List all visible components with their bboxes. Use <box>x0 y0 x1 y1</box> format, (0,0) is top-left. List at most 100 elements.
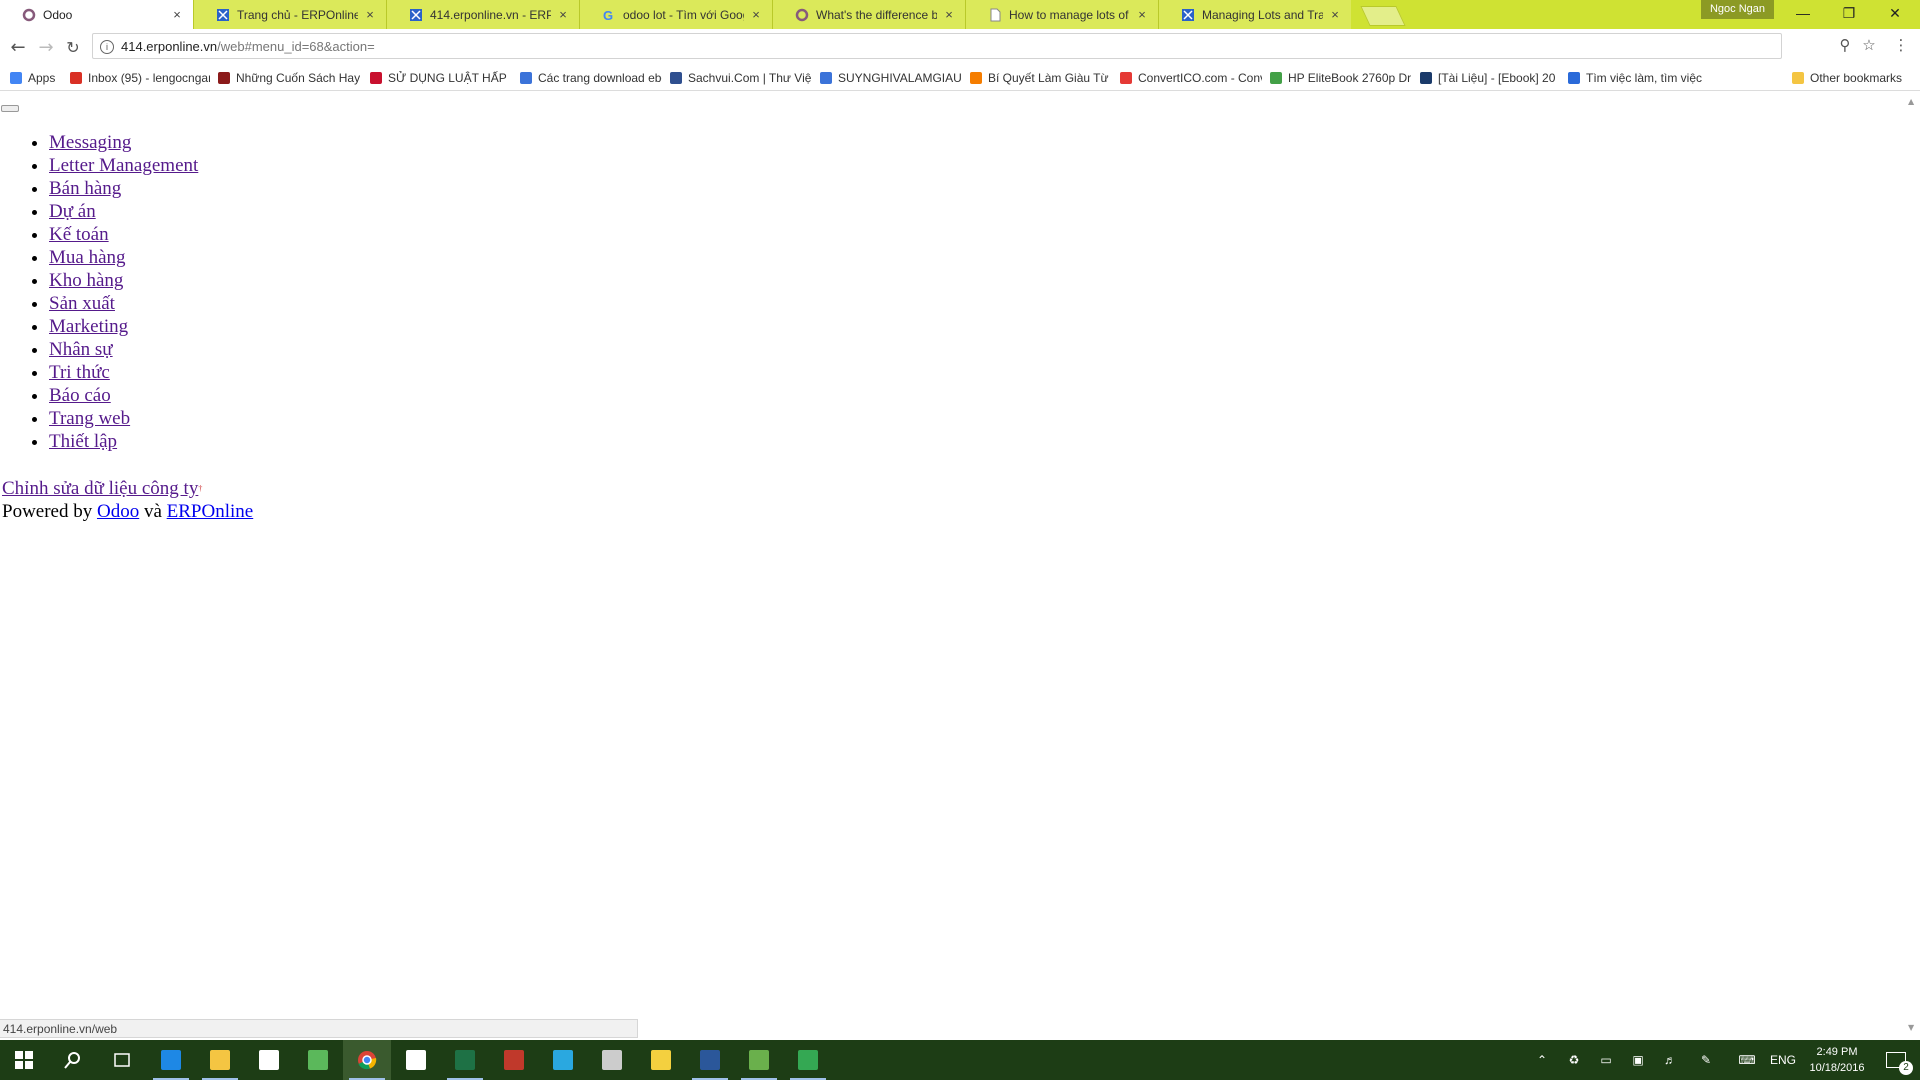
erponline-link[interactable]: ERPOnline <box>167 501 254 522</box>
tab[interactable]: What's the difference betw × <box>772 0 965 29</box>
powered-by-line: Powered by Odoo và ERPOnline <box>2 500 253 523</box>
bookmark-item[interactable]: Các trang download ebook <box>520 69 662 86</box>
tab-close-icon[interactable]: × <box>750 8 762 21</box>
tab[interactable]: Managing Lots and Tracea × <box>1158 0 1351 29</box>
other-bookmarks[interactable]: Other bookmarks <box>1792 69 1902 86</box>
bookmark-item[interactable]: Tìm việc làm, tìm việc <box>1568 69 1718 86</box>
edit-company-link[interactable]: Chỉnh sửa dữ liệu công ty <box>2 478 198 499</box>
vertical-scrollbar[interactable]: ▲ ▼ <box>1905 91 1920 1036</box>
search-icon[interactable] <box>49 1040 97 1080</box>
volume-tray-icon[interactable]: ♬ <box>1658 1040 1682 1080</box>
toggle-button[interactable] <box>1 105 19 112</box>
tab[interactable]: 414.erponline.vn - ERPOnl × <box>386 0 579 29</box>
menu-link[interactable]: Sản xuất <box>49 293 115 314</box>
tab-close-icon[interactable]: × <box>364 8 376 21</box>
tab-strip: Odoo × Trang chủ - ERPOnline - × 414.erponli… <box>0 0 1920 29</box>
new-tab-button[interactable] <box>1360 6 1406 26</box>
language-indicator[interactable]: ENG <box>1768 1040 1798 1080</box>
store-glyph <box>259 1050 279 1070</box>
bookmark-item[interactable]: Inbox (95) - lengocngan <box>70 69 210 86</box>
menu-link[interactable]: Dự án <box>49 201 96 222</box>
menu-link[interactable]: Trang web <box>49 408 130 429</box>
sheets-icon[interactable] <box>784 1040 832 1080</box>
excel-icon[interactable] <box>441 1040 489 1080</box>
site-info-icon[interactable]: i <box>100 40 114 54</box>
bookmark-item[interactable]: Apps <box>10 69 62 86</box>
notepad-icon[interactable] <box>392 1040 440 1080</box>
menu-link[interactable]: Letter Management <box>49 155 198 176</box>
tab-close-icon[interactable]: × <box>1136 8 1148 21</box>
menu-link[interactable]: Messaging <box>49 132 131 153</box>
bookmark-item[interactable]: HP EliteBook 2760p Dr <box>1270 69 1412 86</box>
app-green-icon[interactable] <box>294 1040 342 1080</box>
show-hidden-icons-icon[interactable]: ⌃ <box>1530 1040 1554 1080</box>
network-tray-icon[interactable]: ▣ <box>1626 1040 1650 1080</box>
bookmark-item[interactable]: ConvertICO.com - Conv <box>1120 69 1262 86</box>
menu-link[interactable]: Mua hàng <box>49 247 126 268</box>
sticky-icon[interactable] <box>637 1040 685 1080</box>
address-bar[interactable]: i 414.erponline.vn/web#menu_id=68&action… <box>92 33 1782 59</box>
word-icon[interactable] <box>686 1040 734 1080</box>
tab-close-icon[interactable]: × <box>943 8 955 21</box>
battery-tray-icon[interactable]: ▭ <box>1594 1040 1618 1080</box>
bookmark-item[interactable]: Bí Quyết Làm Giàu Từ <box>970 69 1112 86</box>
file-explorer-icon[interactable] <box>196 1040 244 1080</box>
odoo-link[interactable]: Odoo <box>97 501 139 522</box>
menu-link[interactable]: Kho hàng <box>49 270 123 291</box>
bookmark-item[interactable]: SỬ DỤNG LUẬT HẤP DẪN <box>370 69 510 86</box>
chrome-icon[interactable] <box>343 1040 391 1080</box>
tab-close-icon[interactable]: × <box>171 8 183 21</box>
page-icon <box>988 8 1002 22</box>
action-center-icon[interactable]: 2 <box>1872 1040 1920 1080</box>
scroll-down-icon[interactable]: ▼ <box>1908 1023 1914 1032</box>
reload-icon[interactable]: ↻ <box>63 37 83 57</box>
notification-count: 2 <box>1899 1061 1913 1075</box>
edge-icon[interactable] <box>147 1040 195 1080</box>
tab[interactable]: Godoo lot - Tìm với Google × <box>579 0 772 29</box>
odoo-icon <box>795 8 809 22</box>
menu-link[interactable]: Báo cáo <box>49 385 111 406</box>
clock[interactable]: 2:49 PM 10/18/2016 <box>1802 1044 1872 1076</box>
menu-link[interactable]: Nhân sự <box>49 339 113 360</box>
url-path: /web#menu_id=68&action= <box>217 39 375 54</box>
keyboard-tray-icon[interactable]: ⌨ <box>1732 1040 1762 1080</box>
scroll-up-icon[interactable]: ▲ <box>1908 97 1914 106</box>
tab-title: Trang chủ - ERPOnline - <box>237 7 358 22</box>
pen-tray-icon[interactable]: ✎ <box>1694 1040 1718 1080</box>
kodi-icon[interactable] <box>539 1040 587 1080</box>
close-window-icon[interactable]: ✕ <box>1872 0 1918 26</box>
menu-link[interactable]: Kế toán <box>49 224 109 245</box>
back-icon[interactable]: ← <box>8 37 28 58</box>
network-app-icon[interactable] <box>588 1040 636 1080</box>
tab[interactable]: How to manage lots of ide × <box>965 0 1158 29</box>
minimize-icon[interactable]: — <box>1780 0 1826 26</box>
url-host: 414.erponline.vn <box>121 39 218 54</box>
start-icon[interactable] <box>0 1040 48 1080</box>
refresh-app-icon[interactable] <box>735 1040 783 1080</box>
bookmark-item[interactable]: [Tài Liệu] - [Ebook] 20 <box>1420 69 1562 86</box>
tab[interactable]: Odoo × <box>0 0 193 29</box>
menu-link[interactable]: Tri thức <box>49 362 110 383</box>
sync-tray-icon[interactable]: ♻ <box>1562 1040 1586 1080</box>
zoom-icon[interactable]: ⚲ <box>1836 36 1854 54</box>
forward-icon[interactable]: → <box>36 37 56 58</box>
bookmark-item[interactable]: Sachvui.Com | Thư Viện <box>670 69 812 86</box>
tab[interactable]: Trang chủ - ERPOnline - × <box>193 0 386 29</box>
bookmark-label: Apps <box>28 70 56 85</box>
page-content: MessagingLetter ManagementBán hàngDự ánK… <box>0 91 1905 1036</box>
profile-button[interactable]: Ngoc Ngan <box>1700 0 1774 19</box>
store-icon[interactable] <box>245 1040 293 1080</box>
menu-link[interactable]: Bán hàng <box>49 178 121 199</box>
menu-link[interactable]: Marketing <box>49 316 128 337</box>
library-icon[interactable] <box>490 1040 538 1080</box>
task-view-icon[interactable] <box>98 1040 146 1080</box>
tab-close-icon[interactable]: × <box>1329 8 1341 21</box>
menu-dots-icon[interactable]: ⋮ <box>1892 36 1910 54</box>
tab-close-icon[interactable]: × <box>557 8 569 21</box>
bookmark-item[interactable]: Những Cuốn Sách Hay <box>218 69 360 86</box>
excel-glyph <box>455 1050 475 1070</box>
restore-icon[interactable]: ❐ <box>1826 0 1872 26</box>
menu-link[interactable]: Thiết lập <box>49 431 117 452</box>
bookmark-star-icon[interactable]: ☆ <box>1860 36 1878 54</box>
bookmark-item[interactable]: SUYNGHIVALAMGIAU <box>820 69 962 86</box>
